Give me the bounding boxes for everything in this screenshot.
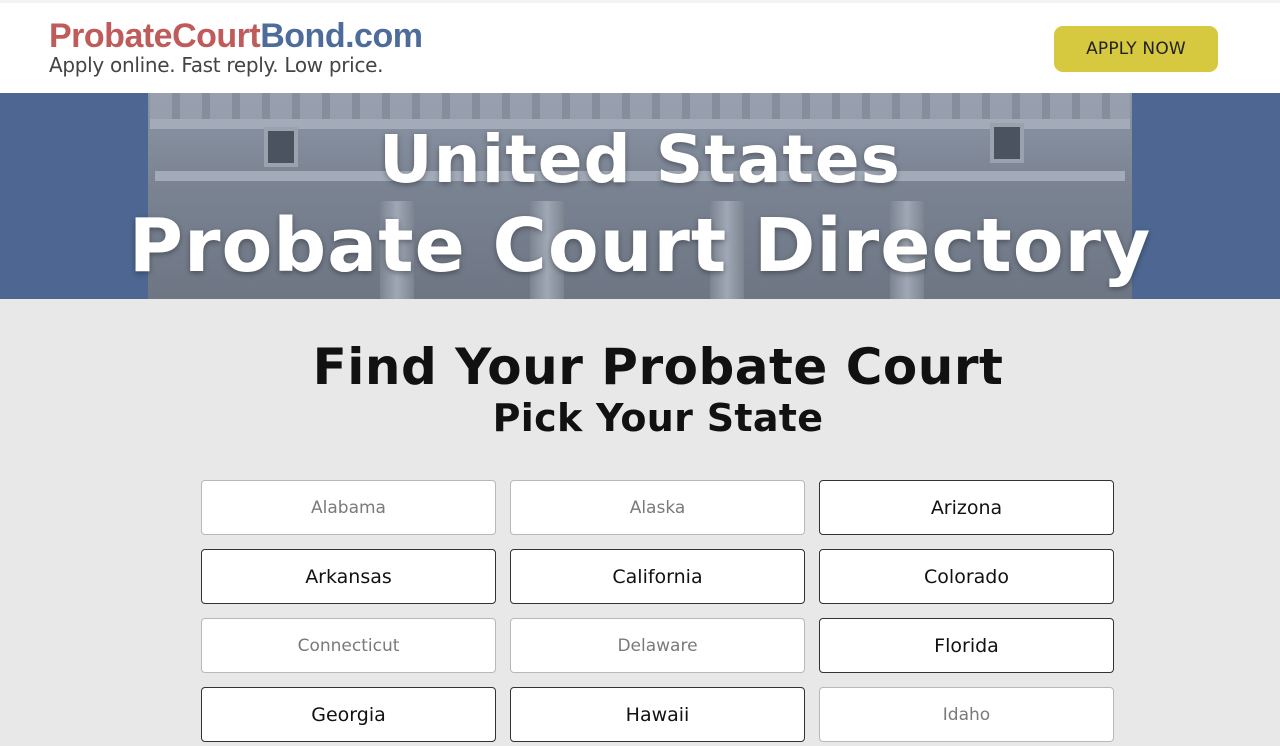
state-button[interactable]: Colorado [819,549,1114,604]
hero-title: United States Probate Court Directory [0,117,1280,289]
site-header: ProbateCourtBond.com Apply online. Fast … [0,0,1280,93]
state-button[interactable]: Arkansas [201,549,496,604]
hero-banner: United States Probate Court Directory [0,93,1280,299]
state-button[interactable]: Alaska [510,480,805,535]
courthouse-roof-statues [150,93,1130,119]
state-button-grid: Alabama Alaska Arizona Arkansas Californ… [201,480,1114,742]
state-button[interactable]: Florida [819,618,1114,673]
state-button[interactable]: Georgia [201,687,496,742]
logo-text-probatecourt: ProbateCourt [49,17,261,55]
find-court-heading: Find Your Probate Court [312,338,1004,396]
pick-state-subheading: Pick Your State [492,396,824,440]
state-button[interactable]: Connecticut [201,618,496,673]
state-button[interactable]: Idaho [819,687,1114,742]
state-button[interactable]: Arizona [819,480,1114,535]
state-button[interactable]: California [510,549,805,604]
hero-title-line-1: United States [379,121,901,198]
state-button[interactable]: Alabama [201,480,496,535]
hero-title-line-2: Probate Court Directory [128,203,1152,289]
state-button[interactable]: Hawaii [510,687,805,742]
site-tagline: Apply online. Fast reply. Low price. [49,53,384,77]
apply-now-button[interactable]: APPLY NOW [1054,26,1218,72]
logo-text-bond-com: Bond.com [260,17,423,55]
site-logo[interactable]: ProbateCourtBond.com [49,17,423,55]
state-button[interactable]: Delaware [510,618,805,673]
